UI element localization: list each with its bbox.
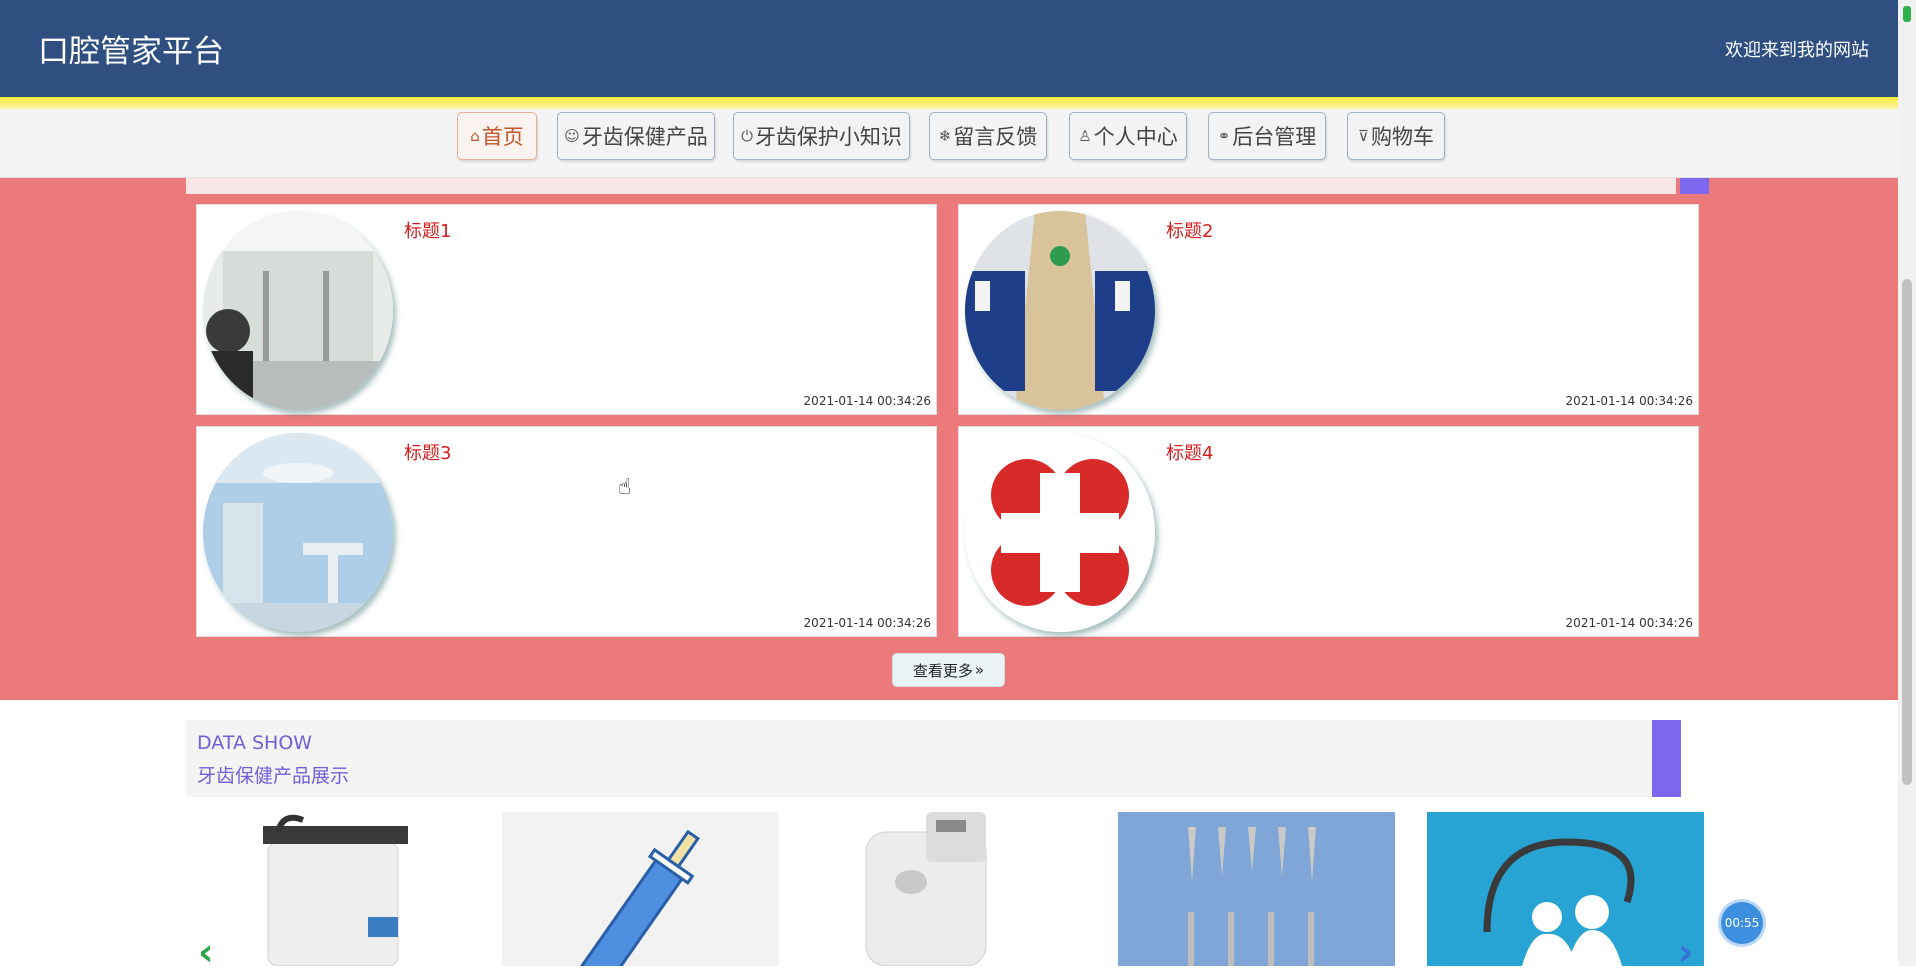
news-thumbnail[interactable] — [965, 211, 1155, 410]
extension-indicator — [1903, 6, 1911, 22]
news-card[interactable]: 标题2 2021-01-14 00:34:26 — [958, 204, 1699, 415]
top-header: 口腔管家平台 欢迎来到我的网站 — [0, 0, 1898, 97]
carousel-prev-icon[interactable]: ‹ — [198, 930, 214, 974]
product-card[interactable] — [1427, 812, 1704, 966]
carousel-next-icon[interactable]: › — [1678, 930, 1694, 974]
nav-feedback[interactable]: ❄ 留言反馈 — [929, 112, 1047, 160]
nav-label: 个人中心 — [1093, 125, 1178, 149]
news-card[interactable]: 标题1 2021-01-14 00:34:26 — [196, 204, 937, 415]
nav-personal-center[interactable]: ♙ 个人中心 — [1069, 112, 1187, 160]
data-show-header: DATA SHOW 牙齿保健产品展示 — [186, 720, 1681, 797]
power-icon: ⏻ — [741, 127, 753, 145]
news-section: 标题1 2021-01-14 00:34:26 标题2 2021-01-14 0… — [0, 178, 1898, 700]
news-time: 2021-01-14 00:34:26 — [1565, 394, 1693, 408]
section-accent-tab — [1680, 178, 1709, 194]
nav-home[interactable]: ⌂ 首页 — [457, 112, 537, 160]
link-icon: ⚭ — [1217, 127, 1231, 145]
nav-label: 牙齿保护小知识 — [754, 125, 902, 149]
news-section-header — [186, 178, 1676, 194]
nav-label: 后台管理 — [1232, 125, 1317, 149]
nav-label: 购物车 — [1370, 125, 1434, 149]
page-scrollbar[interactable] — [1898, 0, 1916, 966]
news-time: 2021-01-14 00:34:26 — [803, 394, 931, 408]
news-title[interactable]: 标题2 — [1166, 217, 1213, 243]
welcome-text: 欢迎来到我的网站 — [1725, 40, 1869, 61]
nav-label: 牙齿保健产品 — [581, 125, 708, 149]
product-card[interactable] — [502, 812, 779, 966]
news-title[interactable]: 标题3 — [404, 439, 451, 465]
news-thumbnail[interactable] — [203, 211, 393, 410]
view-more-label: 查看更多 — [912, 661, 973, 680]
section-accent-tab — [1652, 720, 1681, 797]
data-show-title-cn: 牙齿保健产品展示 — [197, 765, 350, 787]
news-card[interactable]: 标题3 2021-01-14 00:34:26 — [196, 426, 937, 637]
header-accent-strip — [0, 97, 1898, 109]
smile-icon: ☺ — [564, 127, 580, 145]
news-thumbnail[interactable] — [965, 433, 1155, 632]
nav-cart[interactable]: ⊽ 购物车 — [1347, 112, 1445, 160]
news-thumbnail[interactable] — [203, 433, 393, 632]
news-card[interactable]: 标题4 2021-01-14 00:34:26 — [958, 426, 1699, 637]
cart-icon: ⊽ — [1358, 127, 1369, 145]
product-card[interactable] — [1118, 812, 1395, 966]
site-brand[interactable]: 口腔管家平台 — [38, 26, 224, 71]
product-card[interactable] — [193, 812, 470, 966]
nav-label: 首页 — [481, 125, 524, 149]
main-nav: ⌂ 首页 ☺ 牙齿保健产品 ⏻ 牙齿保护小知识 ❄ 留言反馈 ♙ 个人中心 ⚭ … — [0, 109, 1898, 178]
home-icon: ⌂ — [470, 127, 480, 145]
nav-dental-tips[interactable]: ⏻ 牙齿保护小知识 — [733, 112, 910, 160]
news-title[interactable]: 标题4 — [1166, 439, 1213, 465]
scrollbar-thumb[interactable] — [1902, 279, 1912, 785]
double-chevron-right-icon: » — [974, 661, 985, 679]
news-title[interactable]: 标题1 — [404, 217, 451, 243]
view-more-button[interactable]: 查看更多 » — [892, 653, 1005, 687]
product-card[interactable] — [811, 812, 1088, 966]
news-time: 2021-01-14 00:34:26 — [1565, 616, 1693, 630]
user-icon: ♙ — [1078, 127, 1092, 145]
data-show-title-en: DATA SHOW — [197, 732, 313, 754]
timer-badge[interactable]: 00:55 — [1721, 902, 1763, 944]
nav-label: 留言反馈 — [953, 125, 1038, 149]
nav-admin[interactable]: ⚭ 后台管理 — [1208, 112, 1326, 160]
hand-cursor-icon: ☝ — [618, 475, 632, 500]
snowflake-icon: ❄ — [938, 127, 952, 145]
nav-dental-products[interactable]: ☺ 牙齿保健产品 — [557, 112, 715, 160]
news-time: 2021-01-14 00:34:26 — [803, 616, 931, 630]
